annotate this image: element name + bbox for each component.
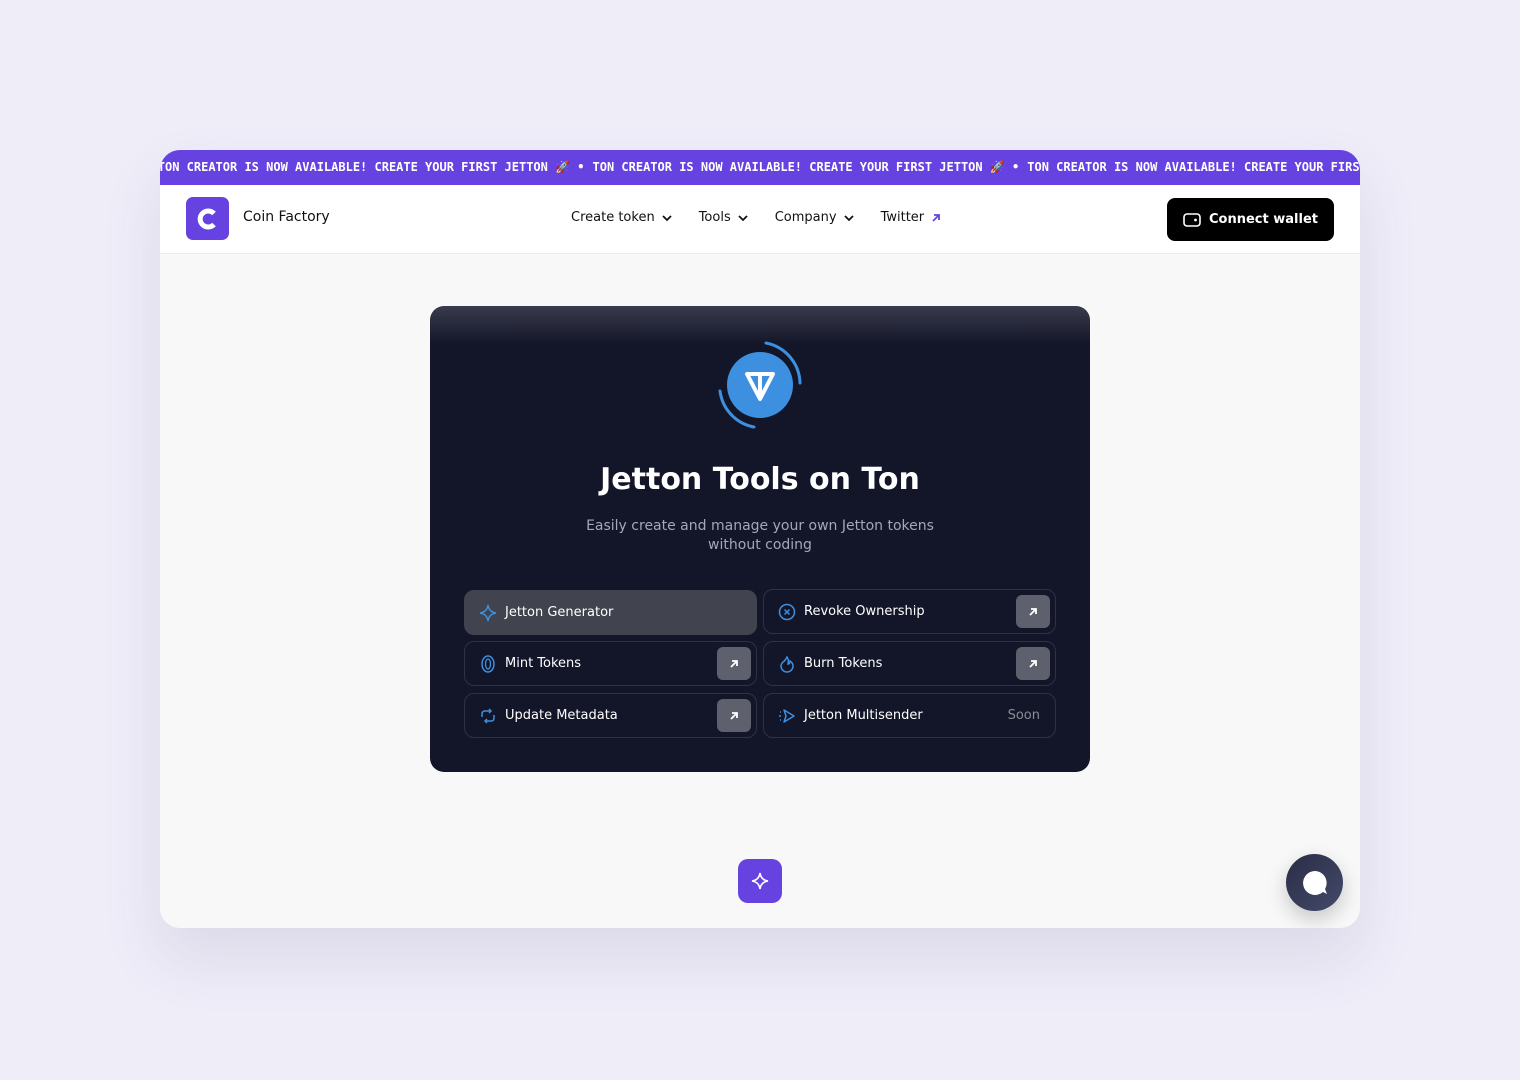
header: Coin Factory Create token Tools Company …: [160, 185, 1360, 254]
logo[interactable]: [186, 197, 229, 240]
tool-label: Revoke Ownership: [804, 604, 925, 619]
nav-label: Tools: [698, 210, 731, 225]
ticker-text: TON CREATOR IS NOW AVAILABLE! CREATE YOU…: [592, 160, 1020, 174]
wallet-icon: [1183, 212, 1201, 227]
chat-bubble-icon: [1302, 870, 1327, 895]
flame-icon: [778, 655, 796, 673]
main-nav: Create token Tools Company Twitter: [571, 210, 942, 225]
send-icon: [778, 707, 796, 725]
soon-badge: Soon: [1007, 708, 1040, 723]
nav-create-token[interactable]: Create token: [571, 210, 673, 225]
tool-update-metadata[interactable]: Update Metadata: [464, 693, 757, 738]
tool-label: Jetton Multisender: [804, 708, 923, 723]
nav-twitter[interactable]: Twitter: [881, 210, 943, 225]
tool-jetton-multisender[interactable]: Jetton Multisender Soon: [763, 693, 1056, 738]
nav-label: Twitter: [880, 210, 925, 225]
tools-card: Jetton Tools on Ton Easily create and ma…: [430, 306, 1090, 772]
x-circle-icon: [778, 603, 796, 621]
ticker-text: TON CREATOR IS NOW AVAILABLE! CREATE YOU…: [1027, 160, 1360, 174]
browser-window: TON CREATOR IS NOW AVAILABLE! CREATE YOU…: [160, 150, 1360, 928]
sparkle-icon: [751, 872, 769, 890]
connect-wallet-label: Connect wallet: [1209, 212, 1318, 227]
open-arrow-icon[interactable]: [717, 647, 751, 680]
tool-jetton-generator[interactable]: Jetton Generator: [464, 590, 757, 635]
brand-name[interactable]: Coin Factory: [243, 209, 330, 225]
tool-revoke-ownership[interactable]: Revoke Ownership: [763, 589, 1056, 634]
chevron-down-icon: [843, 214, 854, 221]
tool-burn-tokens[interactable]: Burn Tokens: [763, 641, 1056, 686]
refresh-icon: [479, 707, 497, 725]
chevron-down-icon: [662, 214, 672, 221]
chevron-down-icon: [738, 214, 748, 221]
ton-logo-icon: [718, 341, 802, 429]
external-arrow-icon: [932, 213, 941, 222]
hero-title: Jetton Tools on Ton: [600, 462, 920, 497]
open-arrow-icon[interactable]: [1016, 647, 1050, 680]
tool-label: Burn Tokens: [804, 656, 883, 671]
sparkle-button[interactable]: [738, 859, 782, 903]
nav-tools[interactable]: Tools: [699, 210, 749, 225]
ticker-text: TON CREATOR IS NOW AVAILABLE! CREATE YOU…: [160, 160, 585, 174]
sparkle-icon: [479, 604, 497, 622]
hero-subtitle: Easily create and manage your own Jetton…: [586, 518, 934, 553]
tool-label: Mint Tokens: [505, 656, 582, 671]
nav-label: Company: [774, 210, 837, 225]
open-arrow-icon[interactable]: [1016, 595, 1050, 628]
nav-label: Create token: [571, 210, 655, 225]
nav-company[interactable]: Company: [775, 210, 855, 225]
coin-icon: [479, 654, 497, 673]
tool-label: Update Metadata: [505, 708, 618, 723]
tool-label: Jetton Generator: [505, 605, 614, 620]
announcement-ticker: TON CREATOR IS NOW AVAILABLE! CREATE YOU…: [160, 150, 1360, 185]
open-arrow-icon[interactable]: [717, 699, 751, 732]
connect-wallet-button[interactable]: Connect wallet: [1167, 198, 1334, 241]
chat-button[interactable]: [1286, 854, 1343, 911]
tool-mint-tokens[interactable]: Mint Tokens: [464, 641, 757, 686]
